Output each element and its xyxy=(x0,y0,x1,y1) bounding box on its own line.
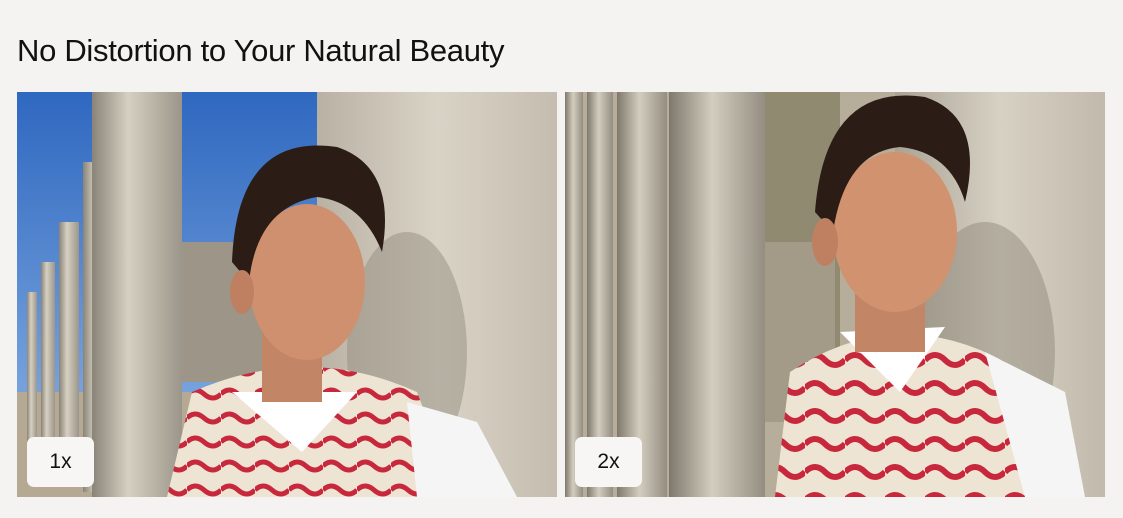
page-title: No Distortion to Your Natural Beauty xyxy=(17,33,505,68)
zoom-badge-1x: 1x xyxy=(27,437,94,487)
zoom-badge-2x: 2x xyxy=(575,437,642,487)
photo-1x: 1x xyxy=(17,92,557,497)
portrait-photo-1x xyxy=(17,92,557,497)
photo-2x: 2x xyxy=(565,92,1105,497)
portrait-photo-2x xyxy=(565,92,1105,497)
